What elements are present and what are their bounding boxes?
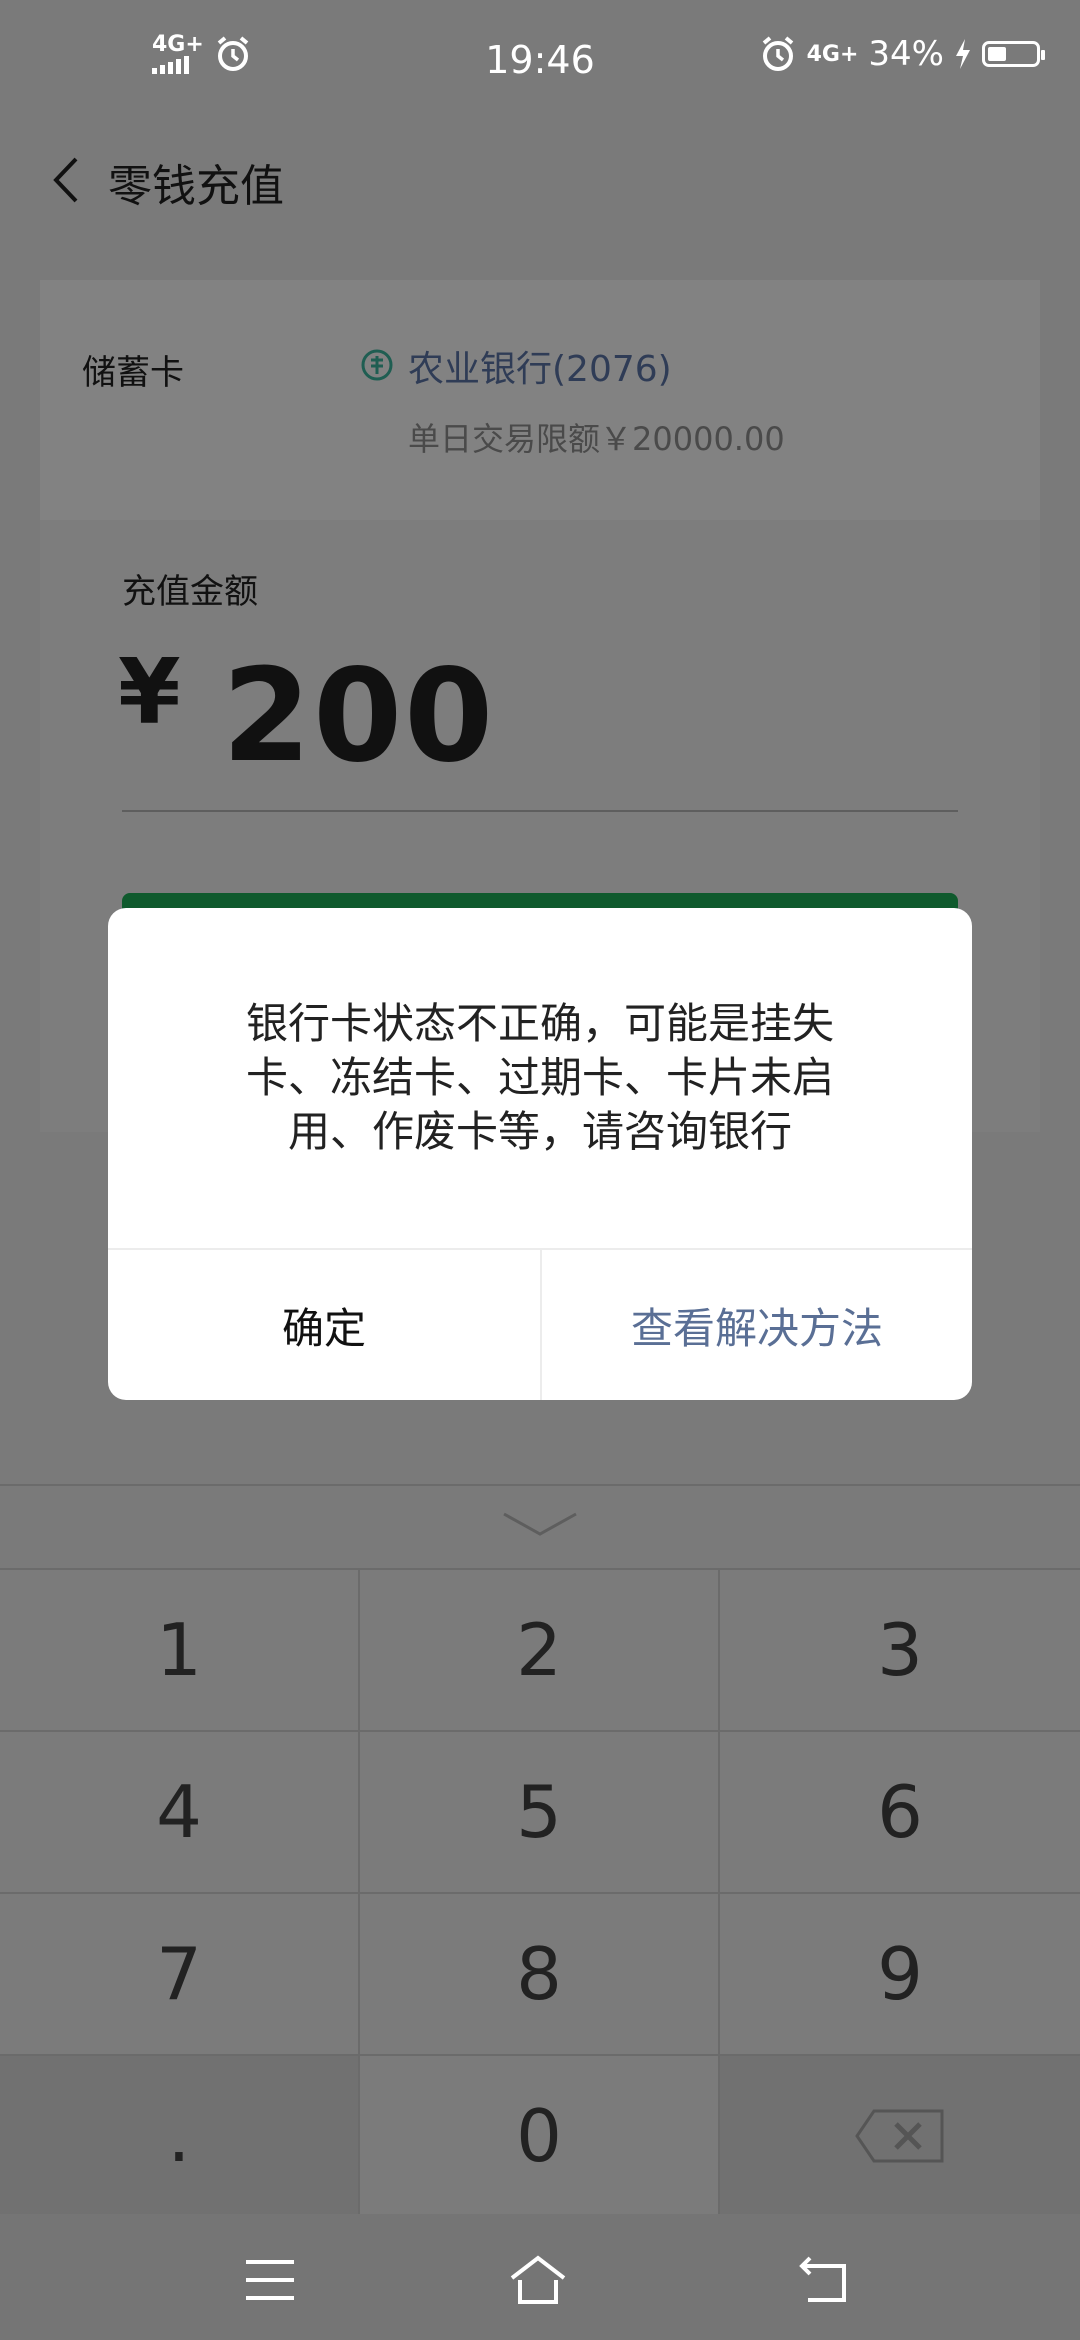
header: 零钱充值 [0,120,1080,280]
keyboard-collapse-row [0,1486,1080,1570]
key-9[interactable]: 9 [720,1894,1080,2056]
key-0[interactable]: 0 [360,2056,720,2218]
bank-name: 农业银行(2076) [408,349,672,390]
alarm-icon [762,36,793,71]
charging-icon [956,39,970,69]
card-panel[interactable] [40,280,1040,520]
dialog-message: 银行卡状态不正确，可能是挂失卡、冻结卡、过期卡、卡片未启用、作废卡等，请咨询银行 [245,999,834,1156]
confirm-button[interactable]: 确定 [108,1250,540,1400]
system-nav-bar [0,2214,1080,2340]
status-bar: 4G+ 19:46 4G+ 34% [0,0,1080,120]
back-button[interactable] [30,140,100,220]
key-3[interactable]: 3 [720,1570,1080,1732]
back-icon[interactable] [794,2250,854,2310]
numeric-keypad: 1 2 3 4 5 6 7 8 9 . 0 [0,1484,1080,2218]
backspace-icon [855,2109,944,2163]
chevron-down-icon[interactable] [500,1506,580,1546]
abc-bank-icon [361,349,393,381]
key-5[interactable]: 5 [360,1732,720,1894]
key-6[interactable]: 6 [720,1732,1080,1894]
status-right: 4G+ 34% [759,34,1045,74]
key-dot[interactable]: . [0,2056,360,2218]
menu-icon[interactable] [240,2250,300,2310]
home-icon[interactable] [508,2250,568,2310]
key-1[interactable]: 1 [0,1570,360,1732]
network-type-right: 4G+ [806,41,859,67]
view-solution-button[interactable]: 查看解决方法 [542,1250,972,1400]
page-title: 零钱充值 [108,161,284,212]
currency-symbol: ¥ [118,640,181,745]
battery-percent: 34% [868,34,944,74]
chevron-left-icon [53,157,78,203]
key-2[interactable]: 2 [360,1570,720,1732]
battery-icon [982,41,1045,67]
daily-limit: 单日交易限额￥20000.00 [408,420,785,458]
key-8[interactable]: 8 [360,1894,720,2056]
key-4[interactable]: 4 [0,1732,360,1894]
error-dialog: 银行卡状态不正确，可能是挂失卡、冻结卡、过期卡、卡片未启用、作废卡等，请咨询银行… [108,908,972,1400]
key-7[interactable]: 7 [0,1894,360,2056]
card-type-label: 储蓄卡 [82,353,184,393]
key-backspace[interactable] [720,2056,1080,2218]
amount-underline [122,810,958,812]
amount-input[interactable]: 200 [222,642,495,791]
amount-label: 充值金额 [122,572,258,612]
